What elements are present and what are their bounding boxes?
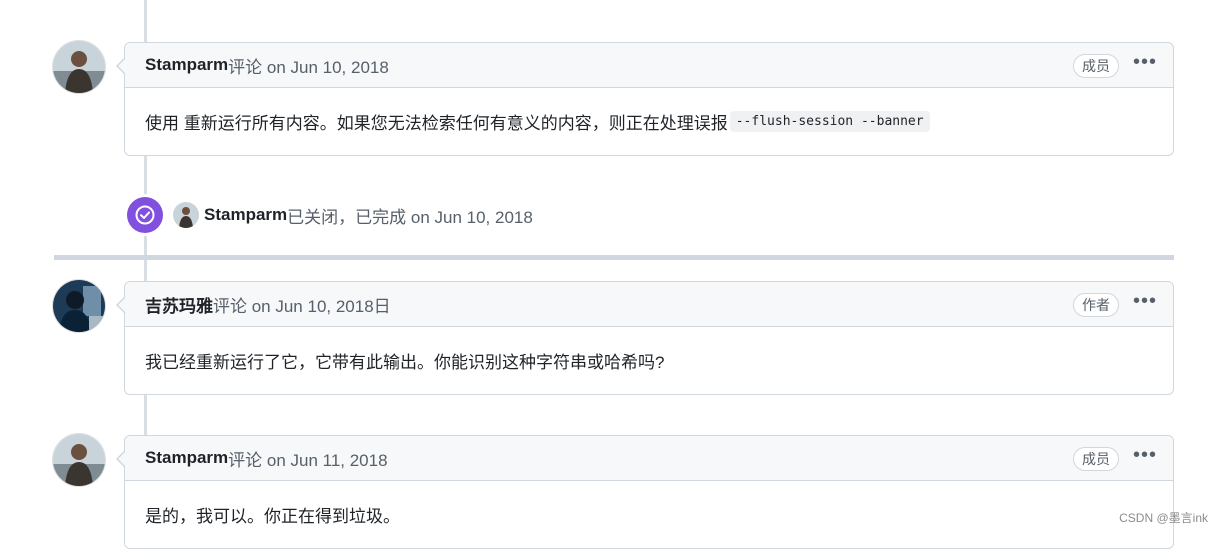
event-author[interactable]: Stamparm (204, 205, 287, 225)
comment-header-actions: 作者 ••• (1072, 282, 1157, 327)
comment-body: 是的，我可以。你正在得到垃圾。 (125, 481, 1173, 547)
comment-meta[interactable]: 评论 on Jun 10, 2018日 (213, 292, 391, 317)
comment-author[interactable]: Stamparm (145, 448, 228, 468)
comment-header-actions: 成员 ••• (1072, 436, 1157, 481)
avatar-image (53, 41, 105, 93)
comment-text: 我已经重新运行了它，它带有此输出。你能识别这种字符串或哈希吗? (145, 352, 665, 372)
comment-meta[interactable]: 评论 on Jun 10, 2018 (228, 53, 389, 78)
kebab-menu-icon[interactable]: ••• (1133, 291, 1157, 314)
avatar-image (53, 280, 105, 332)
timeline-event-closed: Stamparm 已关闭，已完成 on Jun 10, 2018 (127, 197, 533, 233)
avatar[interactable] (53, 280, 105, 332)
watermark: CSDN @墨言ink (1119, 511, 1208, 525)
comment-card: 吉苏玛雅 评论 on Jun 10, 2018日 作者 ••• 我已经重新运行了… (116, 281, 1174, 395)
comment-author[interactable]: 吉苏玛雅 (145, 292, 213, 317)
role-badge: 成员 (1072, 446, 1119, 471)
comment-header: 吉苏玛雅 评论 on Jun 10, 2018日 作者 ••• (116, 282, 1173, 327)
avatar-image (53, 434, 105, 486)
comment-card: Stamparm 评论 on Jun 11, 2018 成员 ••• 是的，我可… (116, 435, 1174, 549)
comment-body: 使用 重新运行所有内容。如果您无法检索任何有意义的内容，则正在处理误报 --fl… (125, 88, 1173, 154)
comment-pointer (118, 451, 126, 467)
role-badge: 作者 (1072, 292, 1119, 317)
comment-pointer (118, 297, 126, 313)
comment-body: 我已经重新运行了它，它带有此输出。你能识别这种字符串或哈希吗? (125, 327, 1173, 393)
comment-text: 使用 重新运行所有内容。如果您无法检索任何有意义的内容，则正在处理误报 (145, 113, 728, 133)
event-avatar[interactable] (173, 202, 199, 228)
avatar[interactable] (53, 434, 105, 486)
inline-code: --flush-session --banner (729, 110, 930, 132)
comment-header: Stamparm 评论 on Jun 10, 2018 成员 ••• (116, 43, 1173, 88)
event-text: 已关闭，已完成 on Jun 10, 2018 (287, 207, 533, 227)
timeline-divider (54, 255, 1174, 260)
comment-pointer (118, 58, 126, 74)
kebab-menu-icon[interactable]: ••• (1133, 52, 1157, 75)
comment-header: Stamparm 评论 on Jun 11, 2018 成员 ••• (116, 436, 1173, 481)
check-circle-icon (127, 197, 163, 233)
comment-header-actions: 成员 ••• (1072, 43, 1157, 88)
comment-card: Stamparm 评论 on Jun 10, 2018 成员 ••• 使用 重新… (116, 42, 1174, 156)
comment-text: 是的，我可以。你正在得到垃圾。 (145, 506, 400, 526)
role-badge: 成员 (1072, 53, 1119, 78)
comment-meta[interactable]: 评论 on Jun 11, 2018 (228, 446, 387, 471)
kebab-menu-icon[interactable]: ••• (1133, 445, 1157, 468)
comment-author[interactable]: Stamparm (145, 55, 228, 75)
avatar[interactable] (53, 41, 105, 93)
